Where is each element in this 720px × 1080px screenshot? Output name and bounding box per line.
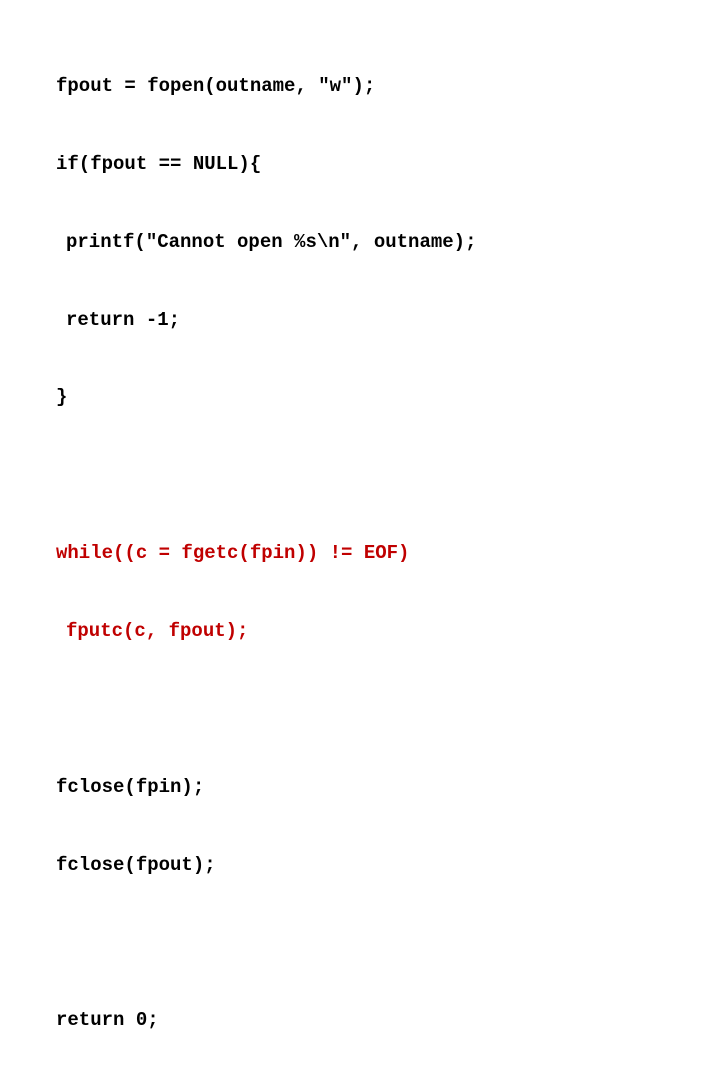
code-line: return -1; — [36, 301, 720, 340]
code-line-highlight: fputc(c, fpout); — [36, 612, 720, 651]
code-line: if(fpout == NULL){ — [36, 145, 720, 184]
code-line: } — [36, 1079, 720, 1080]
code-line: fclose(fpin); — [36, 768, 720, 807]
code-line-blank — [36, 456, 720, 495]
code-line: fclose(fpout); — [36, 846, 720, 885]
code-line-blank — [36, 690, 720, 729]
code-block: fpout = fopen(outname, "w"); if(fpout ==… — [0, 0, 720, 1080]
code-line-blank — [36, 924, 720, 963]
code-line: } — [36, 378, 720, 417]
code-line: fpout = fopen(outname, "w"); — [36, 67, 720, 106]
code-line-highlight: while((c = fgetc(fpin)) != EOF) — [36, 534, 720, 573]
code-line: return 0; — [36, 1001, 720, 1040]
code-line: printf("Cannot open %s\n", outname); — [36, 223, 720, 262]
